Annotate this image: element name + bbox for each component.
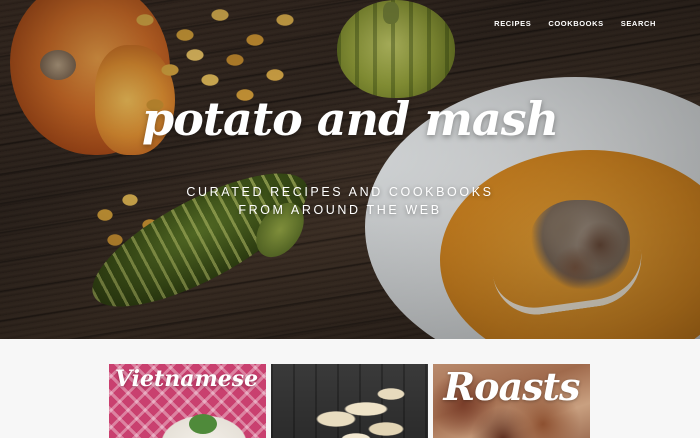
tagline-line-2: FROM AROUND THE WEB (238, 203, 442, 217)
hero-overlay (0, 0, 700, 339)
site-tagline: CURATED RECIPES AND COOKBOOKS FROM AROUN… (0, 183, 680, 219)
main-nav: RECIPES COOKBOOKS SEARCH (494, 19, 656, 28)
basil-leaf-image (189, 414, 217, 434)
category-card-title: Roasts (443, 364, 581, 409)
category-card-roasts[interactable]: Roasts (433, 364, 590, 438)
category-card-pasta[interactable] (271, 364, 428, 438)
nav-search-link[interactable]: SEARCH (621, 19, 656, 28)
tagline-line-1: CURATED RECIPES AND COOKBOOKS (186, 185, 494, 199)
category-cards: Vietnamese Roasts (109, 364, 590, 438)
nav-cookbooks-link[interactable]: COOKBOOKS (548, 19, 603, 28)
site-logo-title[interactable]: potato and mash (0, 92, 700, 146)
category-card-title: Vietnamese (115, 366, 259, 392)
category-card-vietnamese[interactable]: Vietnamese (109, 364, 266, 438)
hero-banner: RECIPES COOKBOOKS SEARCH potato and mash… (0, 0, 700, 339)
nav-recipes-link[interactable]: RECIPES (494, 19, 531, 28)
pasta-image (316, 379, 406, 438)
